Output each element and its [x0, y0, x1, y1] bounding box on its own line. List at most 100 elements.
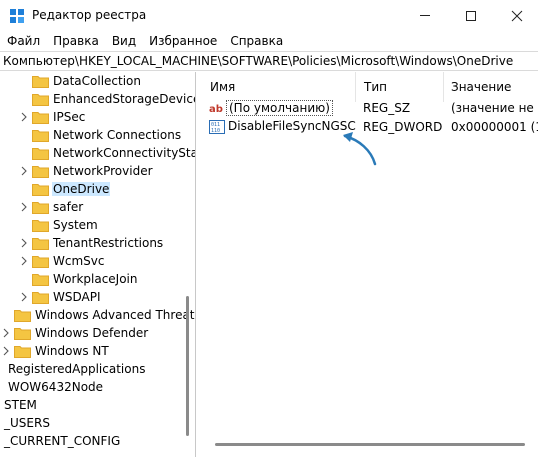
tree-item[interactable]: Network Connections: [0, 126, 195, 144]
tree-item-label: System: [53, 218, 98, 232]
close-button[interactable]: [494, 0, 538, 31]
annotation-arrow: [343, 132, 377, 166]
svg-text:110: 110: [211, 128, 220, 134]
binary-value-icon: 011 110: [209, 120, 225, 134]
string-value-icon: ab: [209, 104, 223, 115]
folder-icon: [32, 94, 49, 106]
folder-icon: [32, 256, 49, 268]
chevron-right-icon[interactable]: [20, 256, 28, 266]
folder-icon: [32, 112, 49, 124]
tree-item-label: WSDAPI: [53, 290, 101, 304]
list-scrollbar-thumb[interactable]: [215, 443, 525, 446]
svg-text:ab: ab: [209, 104, 223, 115]
tree-item[interactable]: safer: [0, 198, 195, 216]
tree-item-label: Windows Advanced Threat: [35, 308, 195, 322]
tree-item-label: OneDrive: [52, 182, 111, 196]
tree-item[interactable]: WOW6432Node: [0, 378, 195, 396]
folder-icon: [32, 274, 49, 286]
folder-icon: [14, 346, 31, 358]
minimize-button[interactable]: [402, 0, 448, 31]
menu-file[interactable]: Файл: [0, 31, 46, 51]
tree-item[interactable]: WcmSvc: [0, 252, 195, 270]
folder-icon: [32, 238, 49, 250]
tree-item-label: TenantRestrictions: [53, 236, 164, 250]
registry-tree[interactable]: DataCollection EnhancedStorageDevice IPSec…: [0, 72, 196, 457]
tree-item-label: WorkplaceJoin: [53, 272, 138, 286]
column-data-header[interactable]: Значение: [451, 72, 511, 102]
tree-item[interactable]: STEM: [0, 396, 195, 414]
chevron-right-icon[interactable]: [20, 112, 28, 122]
column-separator[interactable]: [443, 72, 444, 102]
tree-item-label: RegisteredApplications: [8, 362, 146, 376]
menu-help[interactable]: Справка: [223, 31, 289, 51]
column-name-header[interactable]: Имя: [210, 72, 235, 102]
window-title: Редактор реестра: [32, 8, 147, 22]
registry-editor-icon: [10, 9, 24, 23]
menu-bar: Файл Правка Вид Избранное Справка: [0, 31, 538, 51]
folder-icon: [14, 310, 31, 322]
folder-icon: [32, 76, 49, 88]
tree-item-label: DataCollection: [53, 74, 142, 88]
tree-item[interactable]: IPSec: [0, 108, 195, 126]
folder-icon: [32, 292, 49, 304]
tree-item[interactable]: NetworkProvider: [0, 162, 195, 180]
tree-item[interactable]: EnhancedStorageDevice: [0, 90, 196, 108]
chevron-right-icon[interactable]: [2, 328, 10, 338]
column-separator[interactable]: [355, 72, 356, 102]
tree-item[interactable]: Windows Advanced Threat: [0, 306, 195, 324]
tree-item-label: _USERS: [4, 416, 50, 430]
folder-icon: [32, 148, 49, 160]
menu-view[interactable]: Вид: [105, 31, 142, 51]
column-type-header[interactable]: Тип: [364, 72, 387, 102]
folder-icon: [14, 328, 31, 340]
tree-item[interactable]: _CURRENT_CONFIG: [0, 432, 195, 450]
close-icon: [511, 10, 523, 21]
tree-item[interactable]: DataCollection: [0, 72, 195, 90]
tree-item-label: Windows Defender: [35, 326, 149, 340]
folder-icon: [32, 130, 49, 142]
menu-favorites[interactable]: Избранное: [142, 31, 223, 51]
value-row[interactable]: ab (По умолчанию) REG_SZ (значение не пр: [204, 99, 538, 117]
tree-item[interactable]: Windows NT: [0, 342, 195, 360]
maximize-icon: [466, 10, 476, 21]
minimize-icon: [420, 15, 430, 16]
address-path[interactable]: Компьютер\HKEY_LOCAL_MACHINE\SOFTWARE\Po…: [3, 54, 513, 68]
tree-item-label: Network Connections: [53, 128, 182, 142]
tree-item[interactable]: System: [0, 216, 195, 234]
tree-item-label: Windows NT: [35, 344, 109, 358]
tree-item-label: STEM: [4, 398, 37, 412]
tree-item[interactable]: Windows Defender: [0, 324, 195, 342]
tree-item-label: EnhancedStorageDevice: [53, 92, 196, 106]
value-type: REG_SZ: [363, 101, 411, 115]
tree-item[interactable]: WSDAPI: [0, 288, 195, 306]
tree-item-label: IPSec: [53, 110, 86, 124]
tree-item-label: _CURRENT_CONFIG: [4, 434, 121, 448]
tree-item-label: safer: [53, 200, 84, 214]
tree-item-label: WOW6432Node: [8, 380, 104, 394]
tree-scrollbar-thumb[interactable]: [186, 296, 189, 436]
chevron-right-icon[interactable]: [20, 202, 28, 212]
menu-edit[interactable]: Правка: [46, 31, 105, 51]
tree-item-label: NetworkConnectivitySta: [53, 146, 196, 160]
maximize-button[interactable]: [448, 0, 494, 31]
tree-item[interactable]: RegisteredApplications: [0, 360, 195, 378]
chevron-right-icon[interactable]: [2, 346, 10, 356]
tree-item[interactable]: NetworkConnectivitySta: [0, 144, 196, 162]
tree-item-label: WcmSvc: [53, 254, 105, 268]
folder-icon: [32, 202, 49, 214]
tree-item[interactable]: WorkplaceJoin: [0, 270, 195, 288]
tree-item-label: NetworkProvider: [53, 164, 153, 178]
chevron-right-icon[interactable]: [20, 166, 28, 176]
chevron-right-icon[interactable]: [20, 292, 28, 302]
tree-item[interactable]: _USERS: [0, 414, 195, 432]
value-data: (значение не пр: [451, 101, 538, 115]
tree-item[interactable]: OneDrive: [0, 180, 195, 198]
folder-icon: [32, 184, 49, 196]
folder-icon: [32, 220, 49, 232]
address-bar[interactable]: Компьютер\HKEY_LOCAL_MACHINE\SOFTWARE\Po…: [0, 51, 538, 71]
tree-item[interactable]: TenantRestrictions: [0, 234, 195, 252]
value-name[interactable]: (По умолчанию): [226, 100, 333, 116]
title-bar: Редактор реестра: [0, 0, 538, 31]
chevron-right-icon[interactable]: [20, 238, 28, 248]
folder-icon: [32, 166, 49, 178]
